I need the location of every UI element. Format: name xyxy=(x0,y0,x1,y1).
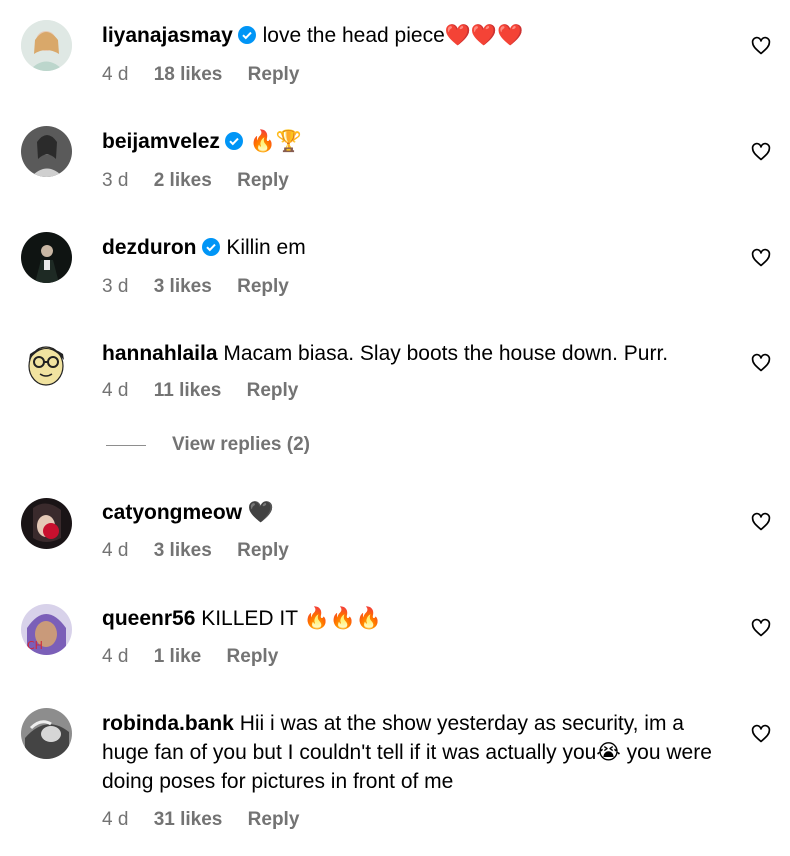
comment-meta: 4 d 11 likes Reply xyxy=(102,380,318,402)
divider xyxy=(106,444,146,446)
comment-likes[interactable]: 1 like xyxy=(154,646,202,667)
comment-likes[interactable]: 11 likes xyxy=(154,380,222,401)
heart-outline-icon[interactable] xyxy=(751,512,771,532)
comment-body: 🔥🏆 xyxy=(249,130,303,153)
comment-text: robinda.bank Hii i was at the show yeste… xyxy=(102,709,732,796)
heart-outline-icon[interactable] xyxy=(751,724,771,744)
svg-text:CH: CH xyxy=(27,639,43,652)
avatar[interactable] xyxy=(21,232,72,283)
comment-meta: 4 d 3 likes Reply xyxy=(102,540,309,562)
view-replies-button[interactable]: View replies (2) xyxy=(106,434,310,456)
comment-age: 3 d xyxy=(102,170,129,191)
comment-body: KILLED IT 🔥🔥🔥 xyxy=(201,607,382,630)
comment-meta: 3 d 2 likes Reply xyxy=(102,170,309,192)
avatar[interactable] xyxy=(21,126,72,177)
comment-body: 🖤 xyxy=(247,501,275,524)
comment-likes[interactable]: 18 likes xyxy=(154,64,223,85)
comment-meta: 4 d 1 like Reply xyxy=(102,646,298,668)
comment-age: 4 d xyxy=(102,540,129,561)
comment-username[interactable]: hannahlaila xyxy=(102,342,218,365)
comment-likes[interactable]: 31 likes xyxy=(154,809,223,830)
comment-username[interactable]: queenr56 xyxy=(102,607,195,630)
avatar[interactable] xyxy=(21,498,72,549)
comment-meta: 4 d 18 likes Reply xyxy=(102,64,319,86)
comment-age: 3 d xyxy=(102,276,129,297)
comment-likes[interactable]: 2 likes xyxy=(154,170,212,191)
comment-username[interactable]: liyanajasmay xyxy=(102,24,233,47)
avatar[interactable] xyxy=(21,708,72,759)
comment-age: 4 d xyxy=(102,646,129,667)
heart-outline-icon[interactable] xyxy=(751,353,771,373)
comment-age: 4 d xyxy=(102,809,129,830)
comment-age: 4 d xyxy=(102,380,129,401)
reply-button[interactable]: Reply xyxy=(248,809,300,830)
reply-button[interactable]: Reply xyxy=(237,540,289,561)
comment-body: Killin em xyxy=(226,236,306,259)
comment-username[interactable]: catyongmeow xyxy=(102,501,242,524)
reply-button[interactable]: Reply xyxy=(237,170,289,191)
comment-age: 4 d xyxy=(102,64,129,85)
heart-outline-icon[interactable] xyxy=(751,248,771,268)
heart-outline-icon[interactable] xyxy=(751,618,771,638)
avatar[interactable] xyxy=(21,20,72,71)
reply-button[interactable]: Reply xyxy=(237,276,289,297)
avatar[interactable]: CH xyxy=(21,604,72,655)
heart-outline-icon[interactable] xyxy=(751,36,771,56)
verified-badge-icon xyxy=(201,237,221,257)
reply-button[interactable]: Reply xyxy=(247,380,299,401)
comment-text: dezduron Killin em xyxy=(102,233,732,262)
avatar[interactable] xyxy=(21,338,72,389)
comment-username[interactable]: beijamvelez xyxy=(102,130,220,153)
verified-badge-icon xyxy=(237,25,257,45)
heart-outline-icon[interactable] xyxy=(751,142,771,162)
comment-body: Macam biasa. Slay boots the house down. … xyxy=(223,342,669,365)
comment-username[interactable]: robinda.bank xyxy=(102,712,234,735)
verified-badge-icon xyxy=(224,131,244,151)
reply-button[interactable]: Reply xyxy=(227,646,279,667)
comment-text: hannahlaila Macam biasa. Slay boots the … xyxy=(102,339,732,368)
reply-button[interactable]: Reply xyxy=(248,64,300,85)
comment-meta: 3 d 3 likes Reply xyxy=(102,276,309,298)
comment-text: liyanajasmay love the head piece❤️❤️❤️ xyxy=(102,21,732,50)
comment-username[interactable]: dezduron xyxy=(102,236,197,259)
view-replies-label: View replies (2) xyxy=(172,434,310,455)
comment-likes[interactable]: 3 likes xyxy=(154,540,212,561)
comment-text: catyongmeow 🖤 xyxy=(102,498,732,527)
comment-text: beijamvelez 🔥🏆 xyxy=(102,127,732,156)
comment-likes[interactable]: 3 likes xyxy=(154,276,212,297)
comment-meta: 4 d 31 likes Reply xyxy=(102,809,319,831)
comment-body: love the head piece❤️❤️❤️ xyxy=(262,24,524,47)
comment-text: queenr56 KILLED IT 🔥🔥🔥 xyxy=(102,604,732,633)
